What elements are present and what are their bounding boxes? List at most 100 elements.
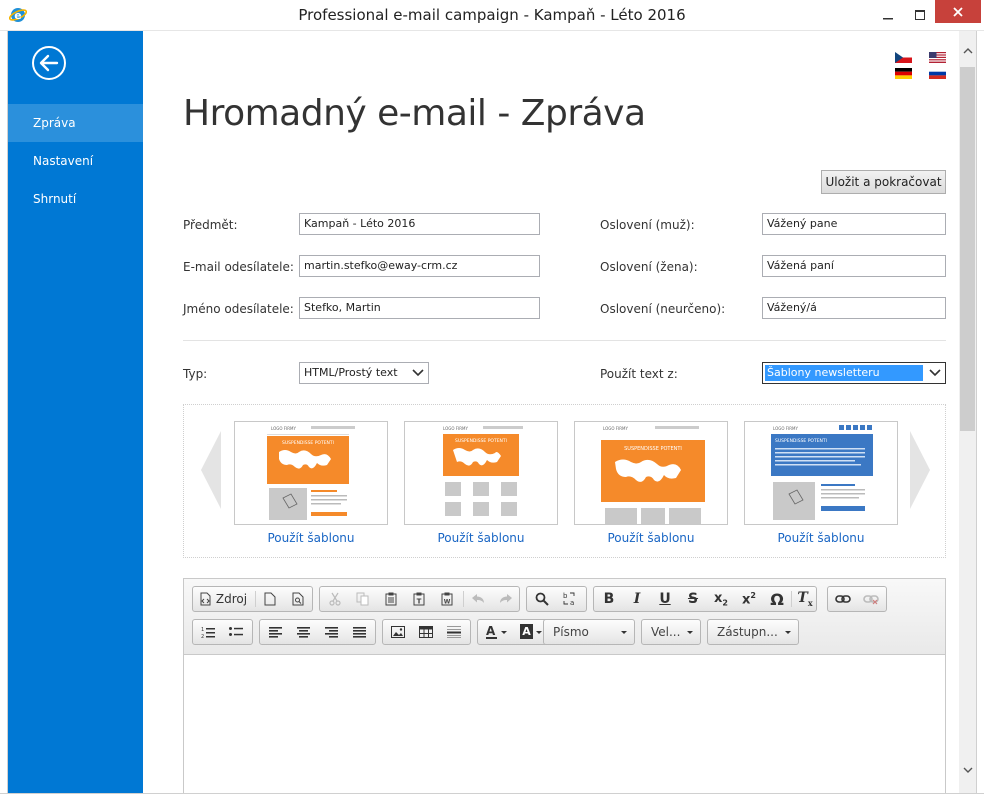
toolbar-group-align	[259, 619, 376, 645]
image-button[interactable]	[384, 620, 412, 644]
type-select-value: HTML/Prostý text	[304, 366, 398, 379]
template-preview-image: LOGO FIRMY SUSPENDISSE POTENTI	[443, 426, 523, 516]
close-button[interactable]	[935, 0, 981, 23]
carousel-next-icon[interactable]	[909, 431, 931, 509]
cut-button[interactable]	[321, 587, 349, 611]
unlink-button[interactable]	[857, 587, 885, 611]
sidebar-item-zprava[interactable]: Zpráva	[8, 104, 143, 142]
copy-button[interactable]	[349, 587, 377, 611]
subject-input[interactable]: Kampaň - Léto 2016	[299, 213, 540, 235]
paste-icon	[385, 592, 397, 606]
text-color-button[interactable]: A	[479, 620, 514, 644]
align-right-icon	[324, 626, 338, 638]
placeholder-select[interactable]: Zástupn...	[707, 619, 799, 645]
template-preview-image: LOGO FIRMY SUSPENDISSE POTENTI	[771, 425, 873, 520]
bold-button[interactable]: B	[595, 587, 623, 611]
superscript-icon: x2	[742, 590, 756, 608]
background-color-icon: A	[519, 624, 542, 639]
template-thumbnail-2[interactable]: LOGO FIRMY SUSPENDISSE POTENTI	[404, 421, 558, 525]
greeting-male-input[interactable]: Vážený pane	[762, 213, 946, 235]
toolbar-group-clipboard: T W	[319, 586, 520, 612]
type-select[interactable]: HTML/Prostý text	[299, 362, 429, 384]
greeting-female-input[interactable]: Vážená paní	[762, 255, 946, 277]
sender-email-input[interactable]: martin.stefko@eway-crm.cz	[299, 255, 540, 277]
german-flag-icon[interactable]	[895, 68, 912, 79]
special-char-button[interactable]: Ω	[763, 587, 791, 611]
arrow-left-circle-icon[interactable]	[31, 45, 67, 81]
paste-word-button[interactable]: W	[433, 587, 461, 611]
template-carousel: LOGO FIRMY SUSPENDISSE POTENTI Použít ša…	[183, 404, 946, 558]
toolbar-group-insert	[382, 619, 471, 645]
toolbar-group-find: ba	[526, 586, 587, 612]
us-flag-icon[interactable]	[929, 52, 946, 63]
use-template-link-3[interactable]: Použít šablonu	[574, 531, 728, 545]
vertical-scrollbar[interactable]	[959, 31, 976, 793]
use-template-link-1[interactable]: Použít šablonu	[234, 531, 388, 545]
template-thumbnail-4[interactable]: LOGO FIRMY SUSPENDISSE POTENTI	[744, 421, 898, 525]
font-size-select[interactable]: Vel...	[641, 619, 701, 645]
maximize-button[interactable]	[904, 0, 936, 30]
underline-button[interactable]: U	[651, 587, 679, 611]
maximize-icon	[915, 10, 925, 20]
new-page-icon	[264, 592, 276, 606]
scroll-up-button[interactable]	[959, 42, 976, 59]
table-icon	[419, 626, 433, 638]
carousel-prev-icon[interactable]	[200, 431, 222, 509]
chevron-down-icon	[687, 631, 693, 634]
numbered-list-icon: 12	[201, 627, 215, 639]
paste-text-button[interactable]: T	[405, 587, 433, 611]
align-left-button[interactable]	[261, 620, 289, 644]
paste-text-icon: T	[413, 592, 425, 606]
greeting-neutral-input[interactable]: Vážený/á	[762, 297, 946, 319]
minimize-button[interactable]	[872, 0, 904, 30]
table-button[interactable]	[412, 620, 440, 644]
save-continue-button[interactable]: Uložit a pokračovat	[821, 170, 946, 194]
replace-button[interactable]: ba	[556, 587, 584, 611]
editor-content-area[interactable]	[184, 656, 945, 793]
unlink-icon	[863, 595, 879, 605]
main-content: Hromadný e-mail - Zpráva Uložit a pokrač…	[143, 31, 959, 793]
scroll-down-button[interactable]	[959, 761, 976, 778]
paste-button[interactable]	[377, 587, 405, 611]
redo-button[interactable]	[492, 587, 520, 611]
text-from-select[interactable]: Šablony newsletteru	[762, 362, 946, 384]
search-icon	[535, 592, 549, 606]
align-justify-button[interactable]	[345, 620, 373, 644]
find-button[interactable]	[528, 587, 556, 611]
sender-name-input[interactable]: Stefko, Martin	[299, 297, 540, 319]
sidebar-item-shrnuti[interactable]: Shrnutí	[8, 180, 143, 218]
source-button[interactable]: Zdroj	[193, 587, 253, 611]
numbered-list-button[interactable]: 12	[194, 620, 222, 644]
subscript-button[interactable]: x2	[707, 587, 735, 611]
svg-text:A: A	[522, 625, 531, 638]
align-center-button[interactable]	[289, 620, 317, 644]
russian-flag-icon[interactable]	[929, 68, 946, 79]
use-template-link-2[interactable]: Použít šablonu	[404, 531, 558, 545]
source-label: Zdroj	[215, 592, 248, 606]
preview-button[interactable]	[284, 587, 312, 611]
svg-text:1: 1	[201, 627, 204, 633]
sidebar-item-nastaveni[interactable]: Nastavení	[8, 142, 143, 180]
source-icon	[200, 592, 211, 606]
horizontal-line-button[interactable]	[440, 620, 468, 644]
superscript-button[interactable]: x2	[735, 587, 763, 611]
new-page-button[interactable]	[256, 587, 284, 611]
remove-format-button[interactable]: Tx	[791, 587, 819, 611]
font-select[interactable]: Písmo	[543, 619, 635, 645]
bulleted-list-button[interactable]	[222, 620, 250, 644]
strikethrough-button[interactable]: S	[679, 587, 707, 611]
undo-button[interactable]	[464, 587, 492, 611]
svg-text:A: A	[486, 624, 496, 638]
italic-icon: I	[633, 591, 641, 607]
font-size-select-label: Vel...	[651, 625, 681, 639]
italic-button[interactable]: I	[623, 587, 651, 611]
link-button[interactable]	[829, 587, 857, 611]
use-template-link-4[interactable]: Použít šablonu	[744, 531, 898, 545]
svg-text:SUSPENDISSE POTENTI: SUSPENDISSE POTENTI	[775, 438, 827, 444]
template-thumbnail-3[interactable]: LOGO FIRMY SUSPENDISSE POTENTI	[574, 421, 728, 525]
template-thumbnail-1[interactable]: LOGO FIRMY SUSPENDISSE POTENTI	[234, 421, 388, 525]
czech-flag-icon[interactable]	[895, 52, 912, 63]
scrollbar-thumb[interactable]	[960, 67, 975, 431]
align-right-button[interactable]	[317, 620, 345, 644]
toolbar-group-lists: 12	[192, 619, 253, 645]
